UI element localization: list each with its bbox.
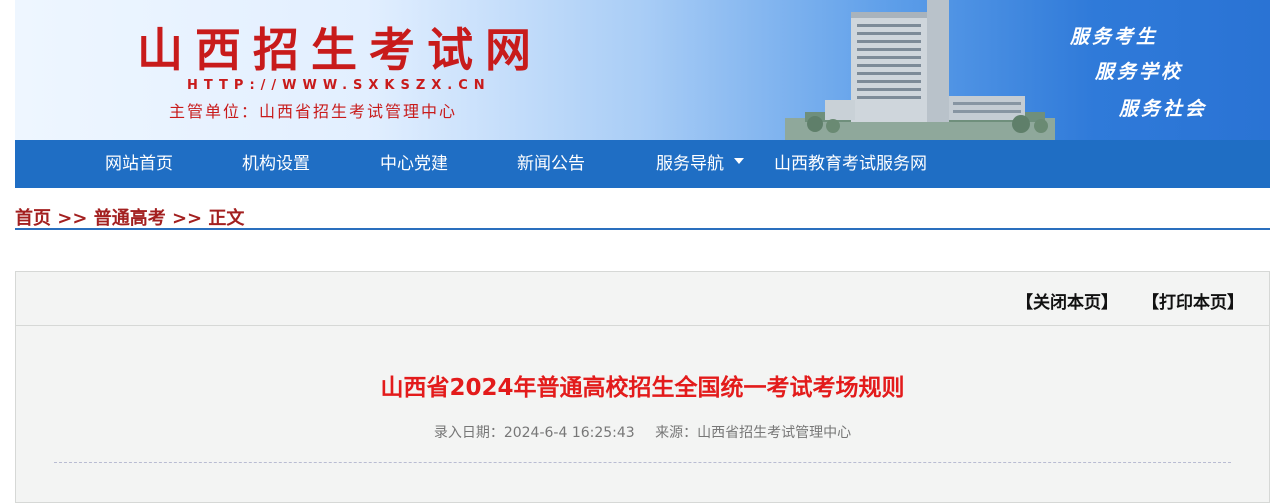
site-url: HTTP://WWW.SXKSZX.CN [187,78,491,93]
article-meta: 录入日期：2024-6-4 16:25:43 来源：山西省招生考试管理中心 [16,422,1269,442]
nav-item-news[interactable]: 新闻公告 [517,140,585,188]
nav-item-exam-service[interactable]: 山西教育考试服务网 [774,140,927,188]
main-nav: 网站首页 机构设置 中心党建 新闻公告 服务导航 山西教育考试服务网 [15,140,1270,188]
site-department: 主管单位：山西省招生考试管理中心 [169,102,458,121]
print-page-button[interactable]: 【打印本页】 [1142,288,1244,313]
slogan-students: 服务考生 [1070,26,1159,48]
chevron-down-icon [734,158,744,164]
nav-item-party[interactable]: 中心党建 [380,140,448,188]
nav-item-organization[interactable]: 机构设置 [242,140,310,188]
close-page-button[interactable]: 【关闭本页】 [1016,288,1118,313]
nav-item-home[interactable]: 网站首页 [105,140,173,188]
slogan-society: 服务社会 [1119,98,1208,120]
nav-item-service-nav[interactable]: 服务导航 [656,140,744,188]
article-source: 来源：山西省招生考试管理中心 [655,425,852,441]
article-toolbar: 【关闭本页】 【打印本页】 [16,272,1269,326]
page-wrapper: 山西招生考试网 HTTP://WWW.SXKSZX.CN 主管单位：山西省招生考… [15,0,1270,188]
slogan-schools: 服务学校 [1095,61,1184,83]
article-container: 【关闭本页】 【打印本页】 山西省2024年普通高校招生全国统一考试考场规则 录… [15,271,1270,503]
breadcrumb[interactable]: 首页 >> 普通高考 >> 正文 [15,204,244,230]
nav-item-service-nav-label: 服务导航 [656,154,724,174]
article-title: 山西省2024年普通高校招生全国统一考试考场规则 [380,375,905,401]
site-title: 山西招生考试网 [137,23,543,77]
site-banner: 山西招生考试网 HTTP://WWW.SXKSZX.CN 主管单位：山西省招生考… [15,0,1270,140]
breadcrumb-divider [15,228,1270,230]
article-date: 录入日期：2024-6-4 16:25:43 [433,425,635,441]
building-image [785,0,1055,140]
article-divider [54,462,1231,463]
